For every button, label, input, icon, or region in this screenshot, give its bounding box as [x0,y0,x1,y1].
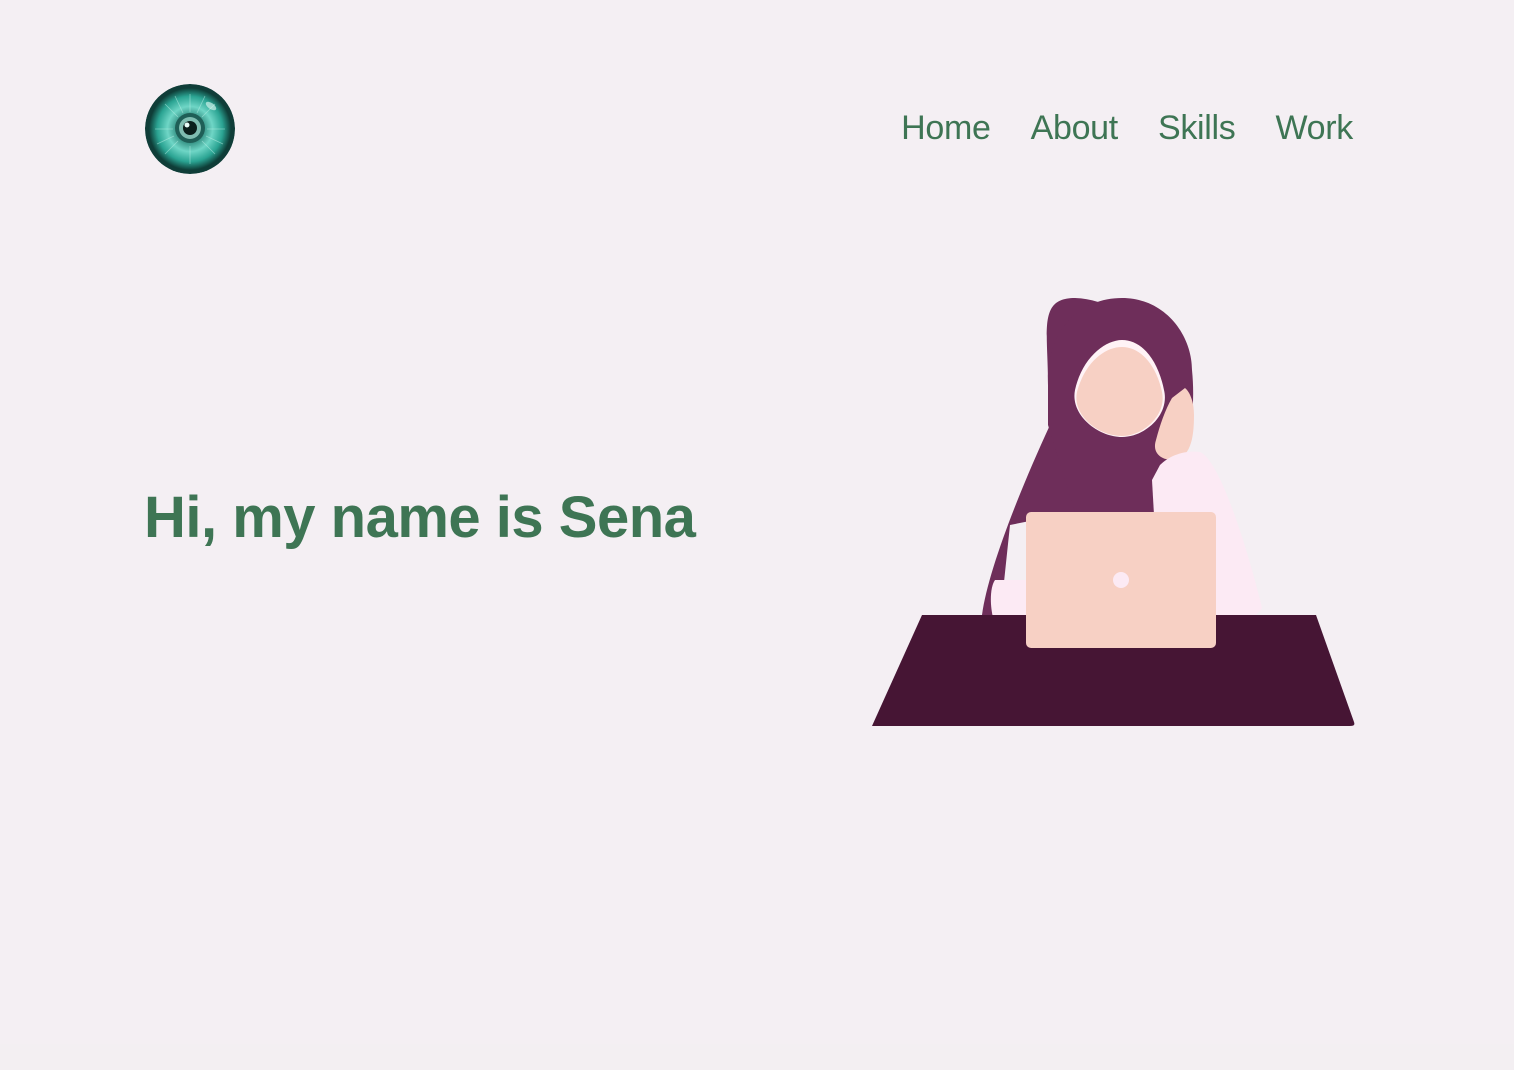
logo-eye-icon[interactable] [145,84,235,174]
nav-about-link[interactable]: About [1031,106,1119,150]
page: Home About Skills Work Hi, my name is Se… [0,0,1514,1070]
hero-title: Hi, my name is Sena [144,485,696,550]
main-nav: Home About Skills Work [901,106,1353,150]
nav-skills-link[interactable]: Skills [1158,106,1236,150]
laptop-logo [1113,572,1129,588]
footer-strip [0,1044,1514,1070]
nav-home-link[interactable]: Home [901,106,991,150]
woman-with-laptop-illustration [860,290,1370,740]
nav-work-link[interactable]: Work [1275,106,1353,150]
eye-icon [145,84,235,174]
